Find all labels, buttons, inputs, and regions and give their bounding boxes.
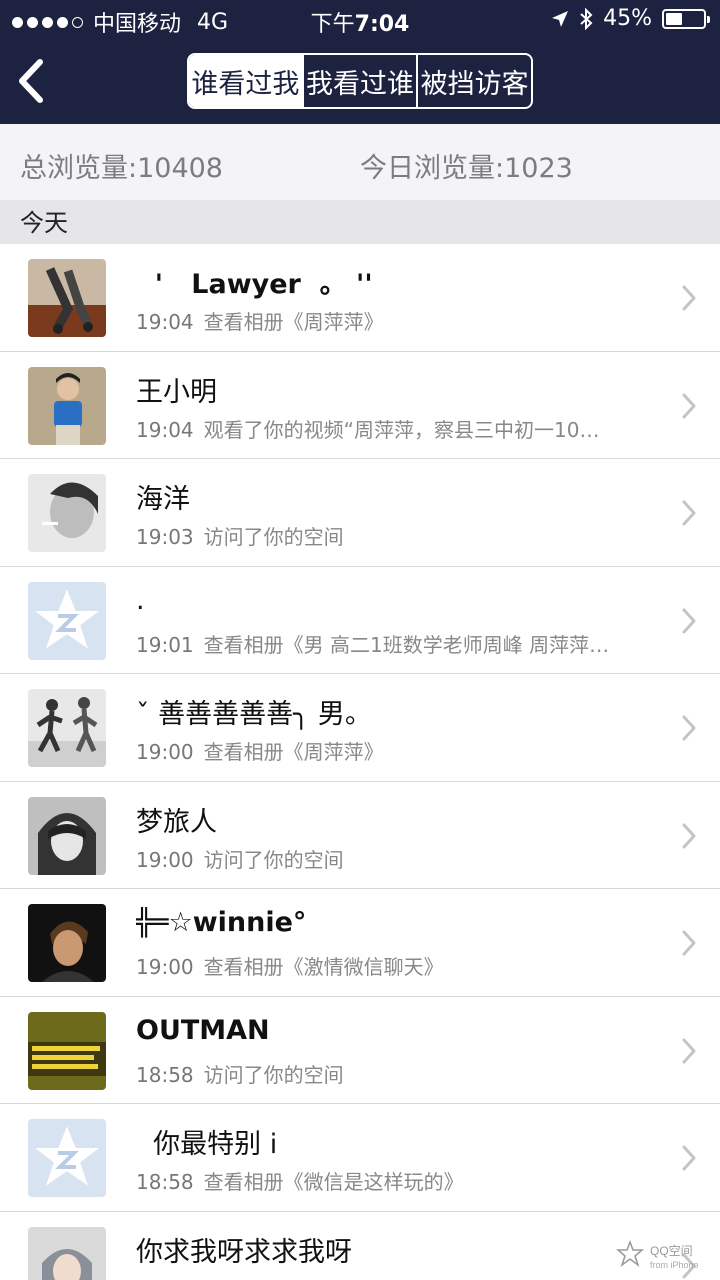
visit-info: 18:58 查看相册《微信是这样玩的》: [136, 1166, 626, 1195]
visitor-row[interactable]: 王小明 19:04 观看了你的视频“周萍萍，察县三中初一10…: [0, 351, 720, 459]
visitor-name: 王小明: [136, 376, 217, 408]
photo-dancers-image: [28, 689, 106, 767]
total-views: 总浏览量:10408: [20, 153, 223, 184]
photo-yellow-text-image: [28, 1011, 106, 1090]
visitor-list: ' Lawyer 。 '' 19:04 查看相册《周萍萍》 王小明 19:04 观看了你的…: [0, 244, 720, 1280]
avatar[interactable]: [28, 259, 106, 337]
today-views: 今日浏览量:1023: [360, 153, 573, 184]
back-button[interactable]: [14, 58, 48, 104]
battery-icon: [662, 8, 710, 29]
chevron-right-icon: [682, 500, 696, 526]
chevron-right-icon: [682, 930, 696, 956]
tab-who-i-viewed[interactable]: 我看过谁: [301, 55, 417, 107]
photo-bw-face-image: [28, 474, 106, 552]
visitor-row[interactable]: ˇ 善善善善善╮ 男。 19:00 查看相册《周萍萍》: [0, 674, 720, 782]
avatar[interactable]: [28, 581, 106, 660]
top-bar: 中国移动 4G 下午7:04 45% 谁看过我 我看过谁 被挡访客: [0, 0, 720, 124]
avatar[interactable]: [28, 366, 106, 445]
visitor-name: OUTMAN: [136, 1014, 270, 1046]
visit-info: 19:01 查看相册《男 高二1班数学老师周峰 周萍萍…: [136, 629, 626, 658]
visitor-name: ╬═☆winnie°: [136, 907, 307, 938]
svg-text:from iPhone: from iPhone: [650, 1260, 699, 1270]
visitor-name: 你求我呀求求我呀: [136, 1236, 352, 1268]
chevron-right-icon: [682, 1145, 696, 1171]
screen: 中国移动 4G 下午7:04 45% 谁看过我 我看过谁 被挡访客 总浏览量:1…: [0, 0, 720, 1280]
visit-action: 查看相册《周萍萍》: [203, 740, 384, 764]
visitor-name: 你最特别 i: [136, 1129, 278, 1160]
visit-info: 19:04 观看了你的视频“周萍萍，察县三中初一10…: [136, 414, 626, 443]
visit-time: 19:04: [136, 310, 194, 334]
section-header-today: 今天: [0, 200, 720, 244]
visit-time: 19:00: [136, 847, 194, 872]
chevron-right-icon: [682, 393, 696, 418]
qzone-watermark: QQ空间 from iPhone: [616, 1239, 699, 1270]
visit-info: 18:58 访问了你的空间: [136, 1059, 626, 1088]
visit-action: 查看相册《男 高二1班数学老师周峰 周萍萍…: [203, 632, 610, 657]
photo-girl-image: [28, 1226, 106, 1280]
visit-action: 观看了你的视频“周萍萍，察县三中初一10…: [203, 417, 600, 442]
visitor-row[interactable]: OUTMAN 18:58 访问了你的空间: [0, 996, 720, 1104]
avatar[interactable]: [28, 796, 106, 875]
visitor-row[interactable]: . 19:01 查看相册《男 高二1班数学老师周峰 周萍萍…: [0, 566, 720, 674]
avatar[interactable]: [28, 904, 106, 982]
visit-time: 19:01: [136, 632, 194, 657]
visit-time: 19:00: [136, 955, 194, 979]
qzone-default-image: [28, 1119, 106, 1197]
chevron-right-icon: [682, 823, 696, 848]
avatar[interactable]: [28, 1119, 106, 1197]
visit-info: 19:00 查看相册《周萍萍》: [136, 736, 626, 765]
battery-percent: 45%: [603, 6, 652, 31]
visit-action: 访问了你的空间: [203, 525, 344, 549]
visitor-name: .: [136, 584, 145, 616]
photo-hooded-image: [28, 796, 106, 875]
photo-dark-boy-image: [28, 904, 106, 982]
visit-time: 19:00: [136, 740, 194, 764]
visitor-row[interactable]: 你求我呀求求我呀 18:5访问了你的空间: [0, 1211, 720, 1280]
visit-action: 查看相册《周萍萍》: [203, 310, 384, 334]
photo-legs-image: [28, 259, 106, 337]
visitor-row[interactable]: 你最特别 i 18:58 查看相册《微信是这样玩的》: [0, 1104, 720, 1212]
visit-time: 19:03: [136, 525, 194, 549]
chevron-right-icon: [682, 715, 696, 741]
visit-action: 查看相册《激情微信聊天》: [203, 955, 444, 979]
visitor-row[interactable]: 海洋 19:03 访问了你的空间: [0, 459, 720, 567]
avatar[interactable]: [28, 474, 106, 552]
visitor-tabs: 谁看过我 我看过谁 被挡访客: [187, 53, 533, 109]
bluetooth-icon: [580, 7, 593, 30]
clock: 7:04: [354, 12, 410, 37]
visit-action: 访问了你的空间: [203, 1062, 344, 1087]
time-prefix: 下午: [310, 12, 355, 37]
visit-info: 19:04 查看相册《周萍萍》: [136, 306, 626, 335]
chevron-right-icon: [682, 608, 696, 633]
visitor-name: ' Lawyer 。 '': [136, 269, 373, 300]
location-arrow-icon: [552, 10, 569, 27]
view-stats: 总浏览量:10408 今日浏览量:1023: [0, 124, 720, 200]
visit-info: 18:5访问了你的空间: [136, 1274, 626, 1280]
visit-time: 18:58: [136, 1062, 194, 1087]
visitor-name: 梦旅人: [136, 806, 217, 838]
visitor-row[interactable]: ' Lawyer 。 '' 19:04 查看相册《周萍萍》: [0, 244, 720, 352]
svg-text:QQ空间: QQ空间: [650, 1244, 693, 1258]
visit-info: 19:00 访问了你的空间: [136, 844, 626, 873]
visit-time: 18:58: [136, 1170, 194, 1194]
visit-info: 19:03 访问了你的空间: [136, 521, 626, 550]
tab-who-viewed-me[interactable]: 谁看过我: [189, 55, 302, 107]
visit-time: 19:04: [136, 417, 194, 442]
visit-action: 查看相册《微信是这样玩的》: [203, 1170, 464, 1194]
visitor-row[interactable]: 梦旅人 19:00 访问了你的空间: [0, 781, 720, 889]
tab-blocked-visitors[interactable]: 被挡访客: [416, 55, 531, 107]
visitor-name: ˇ 善善善善善╮ 男。: [136, 699, 372, 730]
photo-boy-blue-image: [28, 366, 106, 445]
avatar[interactable]: [28, 1226, 106, 1280]
avatar[interactable]: [28, 1011, 106, 1090]
visitor-row[interactable]: ╬═☆winnie° 19:00 查看相册《激情微信聊天》: [0, 889, 720, 997]
visit-info: 19:00 查看相册《激情微信聊天》: [136, 951, 626, 980]
visit-action: 访问了你的空间: [203, 847, 344, 872]
status-bar: 中国移动 4G 下午7:04 45%: [0, 0, 720, 40]
chevron-right-icon: [682, 1038, 696, 1063]
chevron-right-icon: [682, 285, 696, 311]
qzone-default-image: [28, 581, 106, 660]
visitor-name: 海洋: [136, 484, 190, 515]
avatar[interactable]: [28, 689, 106, 767]
